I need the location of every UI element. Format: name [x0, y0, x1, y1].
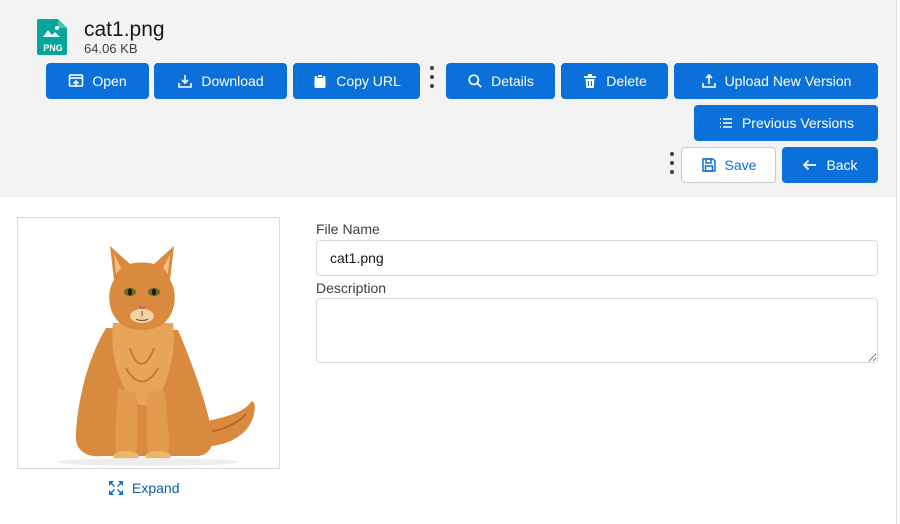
download-label: Download: [201, 73, 264, 89]
dot: [430, 75, 434, 79]
file-name-label: File Name: [316, 221, 380, 237]
details-label: Details: [491, 73, 534, 89]
description-textarea[interactable]: [316, 298, 878, 363]
expand-link[interactable]: Expand: [108, 480, 179, 496]
delete-button[interactable]: Delete: [561, 63, 668, 99]
file-name-input[interactable]: [316, 240, 878, 276]
save-options-menu[interactable]: [669, 152, 675, 174]
save-label: Save: [724, 157, 757, 173]
arrow-left-icon: [803, 159, 817, 171]
download-icon: [178, 75, 193, 88]
cat-image: [18, 218, 279, 468]
dot: [430, 84, 434, 88]
search-icon: [468, 74, 482, 88]
open-label: Open: [92, 73, 127, 89]
open-button[interactable]: Open: [46, 63, 149, 99]
upload-new-version-button[interactable]: Upload New Version: [674, 63, 878, 99]
download-button[interactable]: Download: [154, 63, 287, 99]
open-icon: [69, 74, 84, 87]
back-label: Back: [826, 157, 858, 173]
previous-versions-label: Previous Versions: [741, 115, 855, 131]
delete-label: Delete: [606, 73, 647, 89]
dot: [430, 66, 434, 70]
list-icon: [719, 118, 732, 128]
copy-url-button[interactable]: Copy URL: [293, 63, 420, 99]
save-icon: [701, 158, 716, 172]
file-size: 64.06 KB: [84, 41, 138, 56]
panel-border: [896, 0, 897, 524]
file-title: cat1.png: [84, 18, 165, 41]
save-button[interactable]: Save: [681, 147, 776, 183]
expand-label: Expand: [132, 480, 180, 496]
png-badge-text: PNG: [43, 43, 63, 53]
dot: [670, 152, 674, 156]
upload-new-version-label: Upload New Version: [724, 73, 852, 89]
details-button[interactable]: Details: [446, 63, 555, 99]
more-actions-menu[interactable]: [429, 66, 435, 88]
trash-icon: [584, 74, 597, 88]
image-preview[interactable]: [17, 217, 280, 469]
clipboard-icon: [314, 74, 326, 88]
dot: [670, 170, 674, 174]
png-file-icon: PNG: [37, 19, 67, 55]
upload-icon: [701, 73, 716, 88]
copy-url-label: Copy URL: [336, 73, 401, 89]
description-label: Description: [316, 280, 387, 296]
previous-versions-button[interactable]: Previous Versions: [694, 105, 878, 141]
dot: [670, 161, 674, 165]
back-button[interactable]: Back: [782, 147, 878, 183]
expand-icon: [109, 481, 123, 495]
